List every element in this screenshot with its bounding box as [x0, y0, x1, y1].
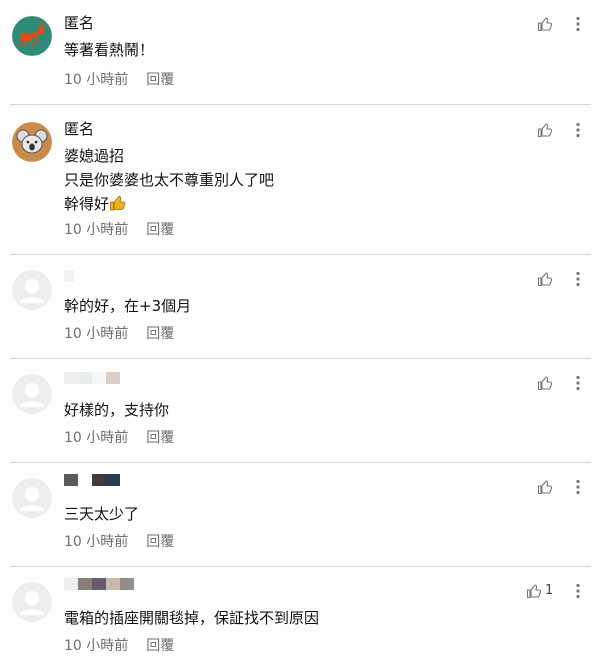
more-vertical-icon[interactable]	[575, 375, 581, 391]
avatar[interactable]	[12, 16, 52, 56]
default-avatar-icon	[12, 374, 52, 414]
reply-button[interactable]: 回覆	[146, 430, 174, 446]
thumbs-up-icon[interactable]	[537, 375, 553, 391]
default-avatar-icon	[12, 478, 52, 518]
divider	[10, 104, 591, 105]
reply-button[interactable]: 回覆	[146, 72, 174, 88]
author-name-redacted	[64, 474, 120, 488]
timestamp: 10 小時前	[64, 534, 129, 550]
reply-button[interactable]: 回覆	[146, 638, 174, 654]
timestamp: 10 小時前	[64, 430, 129, 446]
avatar[interactable]	[12, 270, 52, 310]
author-name-redacted	[64, 578, 134, 592]
timestamp: 10 小時前	[64, 72, 129, 88]
avatar[interactable]	[12, 122, 52, 162]
comment-text: 電箱的插座開關毯掉，保証找不到原因	[64, 609, 320, 627]
avatar[interactable]	[12, 374, 52, 414]
timestamp: 10 小時前	[64, 638, 129, 654]
reply-button[interactable]: 回覆	[146, 534, 174, 550]
comment-meta: 10 小時前 回覆	[64, 635, 174, 655]
timestamp: 10 小時前	[64, 222, 129, 238]
default-avatar-icon	[12, 582, 52, 622]
comment-text: 婆媳過招 只是你婆婆也太不尊重別人了吧 幹得好	[64, 147, 275, 213]
thumbs-up-icon[interactable]	[537, 271, 553, 287]
comment-text: 三天太少了	[64, 505, 140, 523]
default-avatar-icon	[12, 270, 52, 310]
like-count: 1	[545, 583, 554, 598]
more-vertical-icon[interactable]	[575, 122, 581, 138]
more-vertical-icon[interactable]	[575, 16, 581, 32]
thumbs-up-icon[interactable]	[537, 479, 553, 495]
author-name-redacted	[64, 270, 74, 284]
timestamp: 10 小時前	[64, 326, 129, 342]
comment-meta: 10 小時前 回覆	[64, 219, 174, 239]
more-vertical-icon[interactable]	[575, 583, 581, 599]
reply-button[interactable]: 回覆	[146, 326, 174, 342]
comment-meta: 10 小時前 回覆	[64, 323, 174, 343]
more-vertical-icon[interactable]	[575, 479, 581, 495]
thumbs-up-icon[interactable]	[537, 122, 553, 138]
author-name[interactable]: 匿名	[64, 12, 94, 33]
thumbs-up-emoji-icon	[110, 195, 126, 211]
comment-text: 幹的好，在+3個月	[64, 297, 192, 315]
comment-meta: 10 小時前 回覆	[64, 531, 174, 551]
ant-avatar-icon	[12, 16, 52, 56]
divider	[10, 566, 591, 567]
divider	[10, 462, 591, 463]
avatar[interactable]	[12, 478, 52, 518]
author-name[interactable]: 匿名	[64, 118, 94, 139]
divider	[10, 254, 591, 255]
more-vertical-icon[interactable]	[575, 271, 581, 287]
divider	[10, 358, 591, 359]
reply-button[interactable]: 回覆	[146, 222, 174, 238]
author-name-redacted	[64, 372, 120, 386]
avatar[interactable]	[12, 582, 52, 622]
thumbs-up-icon[interactable]	[526, 583, 542, 599]
koala-avatar-icon	[12, 122, 52, 162]
thumbs-up-icon[interactable]	[537, 16, 553, 32]
comment-meta: 10 小時前 回覆	[64, 69, 174, 89]
comment-text: 好樣的，支持你	[64, 401, 170, 419]
comment-meta: 10 小時前 回覆	[64, 427, 174, 447]
comment-text: 等著看熱鬧！	[64, 41, 155, 59]
